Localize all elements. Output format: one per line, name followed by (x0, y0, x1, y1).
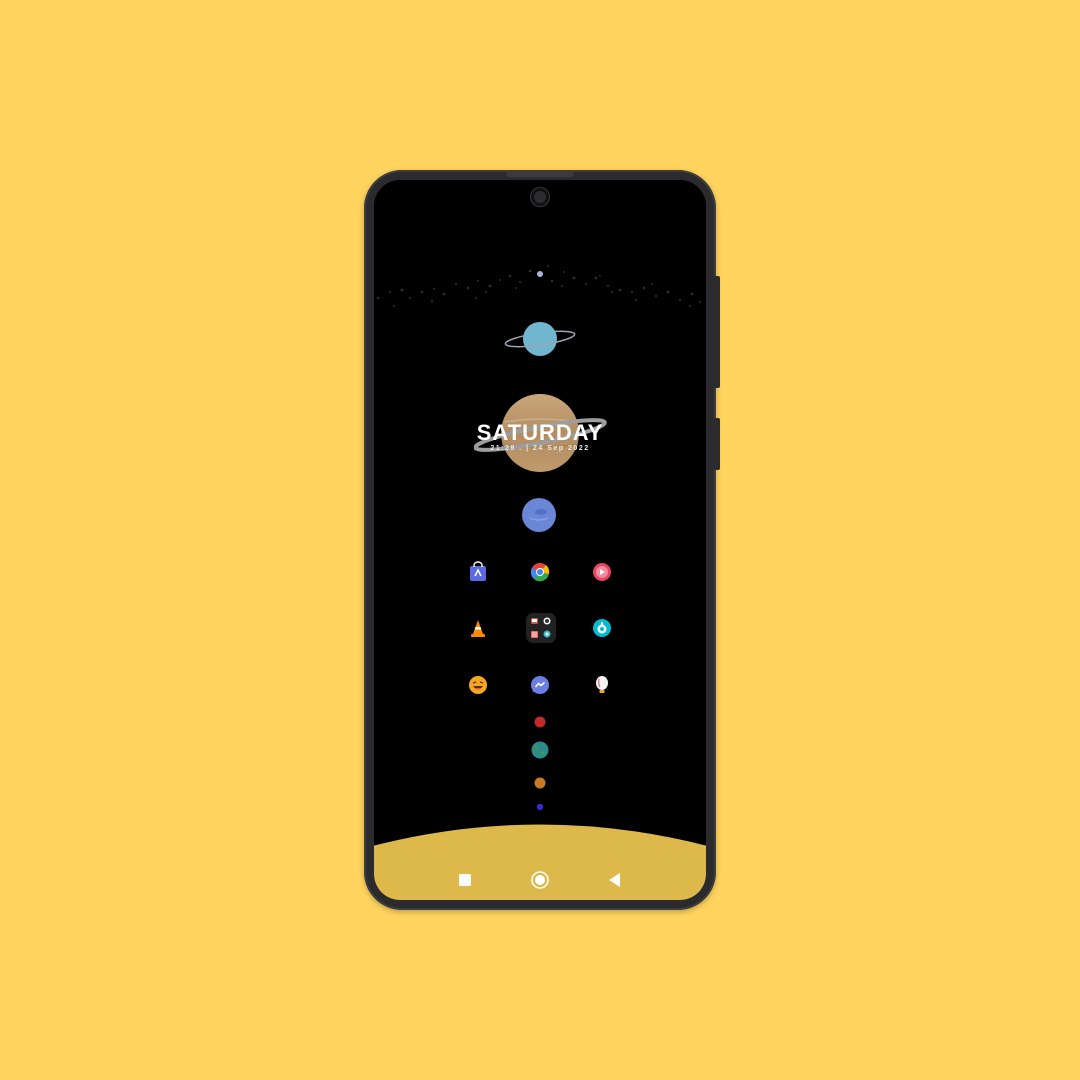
home-screen: SATURDAY 21:29 . | 24 Sep 2022 (374, 180, 706, 900)
earth-planet (531, 741, 549, 759)
day-label: SATURDAY (476, 420, 604, 445)
mars-planet (534, 716, 546, 728)
store-app-icon[interactable] (467, 561, 489, 583)
date-time-label: 21:29 . | 24 Sep 2022 (490, 445, 590, 452)
back-triangle-icon[interactable] (607, 872, 623, 888)
music-player-app-icon[interactable] (591, 561, 613, 583)
emoji-app-icon[interactable] (467, 674, 489, 696)
asteroid-belt (376, 265, 701, 307)
neptune-planet (522, 498, 556, 532)
power-button (714, 276, 720, 388)
vlc-app-icon[interactable] (467, 617, 489, 639)
uranus-planet (504, 322, 576, 356)
recents-square-icon[interactable] (458, 873, 472, 887)
venus-planet (534, 777, 546, 789)
balloon-app-icon[interactable] (591, 674, 613, 696)
home-circle-icon[interactable] (530, 870, 550, 890)
chrome-app-icon[interactable] (529, 561, 551, 583)
earpiece-speaker (506, 172, 574, 177)
folder-app-icon[interactable] (526, 613, 556, 643)
volume-button (714, 418, 720, 470)
mercury-planet (536, 803, 544, 811)
messenger-app-icon[interactable] (529, 674, 551, 696)
timer-app-icon[interactable] (591, 617, 613, 639)
